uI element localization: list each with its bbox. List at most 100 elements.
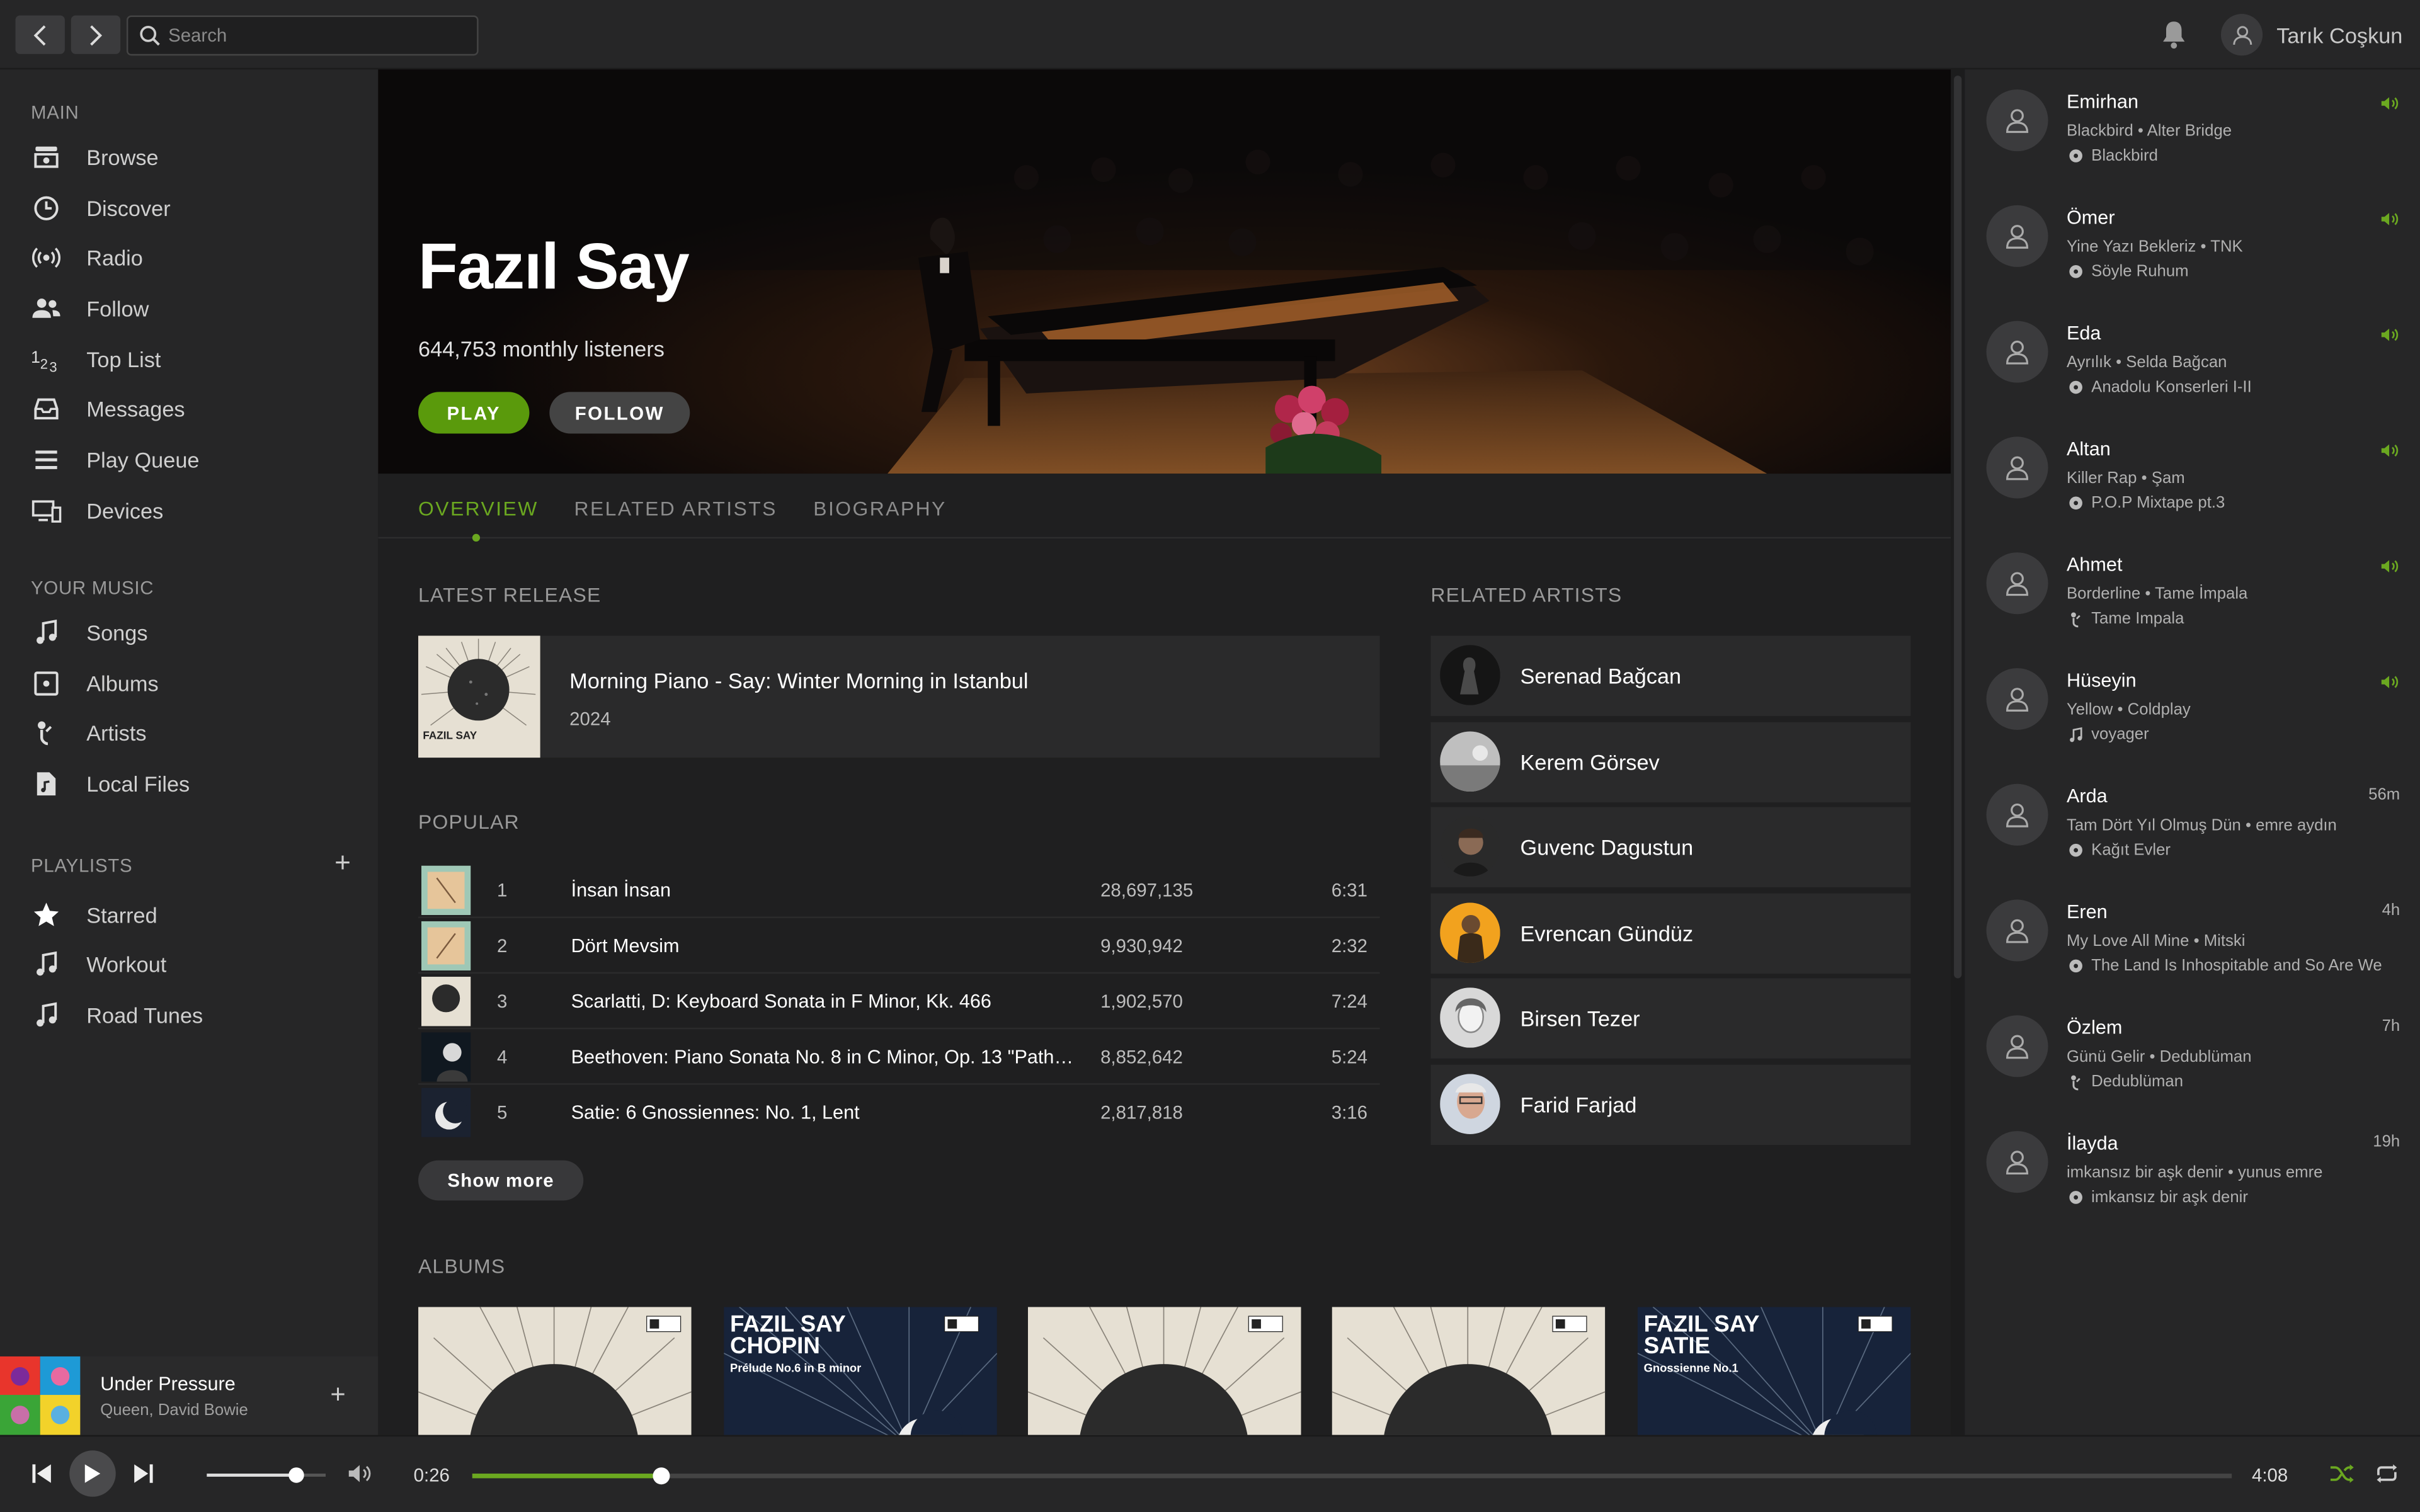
now-playing-artist[interactable]: Queen, David Bowie	[100, 1401, 248, 1419]
sidebar-item-discover[interactable]: Discover	[0, 188, 378, 229]
album-card[interactable]	[1332, 1307, 1606, 1435]
related-artist-item[interactable]: Serenad Bağcan	[1430, 635, 1911, 716]
friend-avatar[interactable]	[1986, 1015, 2048, 1077]
friend-name[interactable]: Altan	[2067, 438, 2111, 460]
friend-track[interactable]: Yine Yazı Bekleriz • TNK	[2067, 237, 2243, 256]
related-artist-name[interactable]: Birsen Tezer	[1521, 1006, 1640, 1031]
friend-context[interactable]: imkansız bir aşk denir	[2067, 1188, 2248, 1207]
friend-activity-item[interactable]: Ömer Yine Yazı Bekleriz • TNK Söyle Ruhum	[1965, 185, 2420, 296]
sidebar-item-radio[interactable]: Radio	[0, 237, 378, 278]
tab-biography[interactable]: BIOGRAPHY	[813, 497, 946, 520]
friend-activity-item[interactable]: Eda Ayrılık • Selda Bağcan Anadolu Konserl…	[1965, 301, 2420, 412]
friend-avatar[interactable]	[1986, 783, 2048, 846]
album-card[interactable]: FAZIL SAY SATIE Gnossienne No.1	[1637, 1307, 1911, 1435]
track-name[interactable]: Dört Mevsim	[571, 935, 1081, 957]
related-artist-name[interactable]: Guvenc Dagustun	[1521, 835, 1694, 860]
next-button[interactable]	[133, 1463, 154, 1484]
friend-avatar[interactable]	[1986, 321, 2048, 383]
follow-artist-button[interactable]: FOLLOW	[549, 392, 690, 434]
related-artist-item[interactable]: Kerem Görsev	[1430, 722, 1911, 803]
scrollbar-thumb[interactable]	[1954, 76, 1962, 979]
friend-name[interactable]: Eda	[2067, 322, 2101, 344]
friend-context[interactable]: Kağıt Evler	[2067, 841, 2171, 860]
track-row[interactable]: 2 Dört Mevsim 9,930,942 2:32	[418, 918, 1380, 974]
related-artist-item[interactable]: Evrencan Gündüz	[1430, 893, 1911, 974]
friend-name[interactable]: Hüseyin	[2067, 669, 2137, 691]
related-artist-name[interactable]: Evrencan Gündüz	[1521, 921, 1694, 946]
friend-context[interactable]: P.O.P Mixtape pt.3	[2067, 494, 2225, 512]
latest-release-title[interactable]: Morning Piano - Say: Winter Morning in I…	[569, 668, 1028, 693]
volume-knob[interactable]	[288, 1467, 304, 1483]
friend-context[interactable]: Blackbird	[2067, 147, 2158, 165]
sidebar-item-browse[interactable]: Browse	[0, 137, 378, 178]
previous-button[interactable]	[31, 1463, 52, 1484]
friend-track[interactable]: Borderline • Tame İmpala	[2067, 585, 2247, 603]
volume-slider[interactable]	[207, 1467, 326, 1483]
track-name[interactable]: Beethoven: Piano Sonata No. 8 in C Minor…	[571, 1046, 1081, 1067]
related-artist-name[interactable]: Kerem Görsev	[1521, 750, 1660, 775]
progress-knob[interactable]	[653, 1467, 670, 1485]
friend-activity-item[interactable]: Özlem Günü Gelir • Dedublüman Dedublüman 7h	[1965, 995, 2420, 1106]
track-row[interactable]: 1 İnsan İnsan 28,697,135 6:31	[418, 863, 1380, 918]
friend-avatar[interactable]	[1986, 436, 2048, 499]
friend-context[interactable]: Dedublüman	[2067, 1072, 2183, 1091]
sidebar-item-follow[interactable]: Follow	[0, 288, 378, 329]
friend-track[interactable]: Ayrılık • Selda Bağcan	[2067, 353, 2227, 372]
track-name[interactable]: Satie: 6 Gnossiennes: No. 1, Lent	[571, 1102, 1081, 1123]
now-playing-panel[interactable]: Under Pressure Queen, David Bowie +	[0, 1356, 379, 1435]
forward-button[interactable]	[71, 15, 121, 54]
track-name[interactable]: Scarlatti, D: Keyboard Sonata in F Minor…	[571, 991, 1081, 1012]
friend-activity-item[interactable]: Emirhan Blackbird • Alter Bridge Blackbird	[1965, 69, 2420, 180]
friend-track[interactable]: Tam Dört Yıl Olmuş Dün • emre aydın	[2067, 816, 2337, 834]
related-artist-item[interactable]: Farid Farjad	[1430, 1064, 1911, 1145]
now-playing-title[interactable]: Under Pressure	[100, 1373, 236, 1395]
sidebar-item-workout[interactable]: Workout	[0, 945, 378, 985]
friend-name[interactable]: Emirhan	[2067, 91, 2138, 113]
friend-avatar[interactable]	[1986, 89, 2048, 152]
sidebar-item-local-files[interactable]: Local Files	[0, 764, 378, 804]
friend-activity-item[interactable]: Arda Tam Dört Yıl Olmuş Dün • emre aydın K…	[1965, 764, 2420, 875]
main-scrollbar[interactable]	[1951, 69, 1965, 1435]
friend-activity-item[interactable]: Eren My Love All Mine • Mitski The Land Is…	[1965, 880, 2420, 991]
track-name[interactable]: İnsan İnsan	[571, 880, 1081, 901]
add-to-library-button[interactable]: +	[330, 1380, 345, 1411]
related-artist-name[interactable]: Farid Farjad	[1521, 1093, 1637, 1117]
friend-name[interactable]: Arda	[2067, 785, 2108, 807]
sidebar-item-play-queue[interactable]: Play Queue	[0, 440, 378, 480]
related-artist-name[interactable]: Serenad Bağcan	[1521, 664, 1682, 688]
show-more-button[interactable]: Show more	[418, 1160, 584, 1201]
search-input[interactable]	[168, 21, 462, 50]
friend-track[interactable]: Yellow • Coldplay	[2067, 700, 2191, 719]
track-row[interactable]: 4 Beethoven: Piano Sonata No. 8 in C Min…	[418, 1029, 1380, 1085]
notification-bell-icon[interactable]	[2160, 20, 2187, 50]
friend-name[interactable]: Ahmet	[2067, 554, 2123, 576]
friend-name[interactable]: Özlem	[2067, 1017, 2123, 1038]
related-artist-item[interactable]: Birsen Tezer	[1430, 978, 1911, 1059]
friend-context[interactable]: Söyle Ruhum	[2067, 263, 2189, 281]
play-artist-button[interactable]: PLAY	[418, 392, 530, 434]
friend-avatar[interactable]	[1986, 899, 2048, 962]
related-artist-item[interactable]: Guvenc Dagustun	[1430, 807, 1911, 887]
friend-context[interactable]: Anadolu Konserleri I-II	[2067, 378, 2252, 397]
friend-avatar[interactable]	[1986, 205, 2048, 267]
friend-context[interactable]: The Land Is Inhospitable and So Are We	[2067, 957, 2382, 975]
sidebar-item-starred[interactable]: Starred	[0, 895, 378, 935]
friend-name[interactable]: İlayda	[2067, 1133, 2118, 1154]
friend-track[interactable]: Killer Rap • Şam	[2067, 469, 2185, 487]
friend-activity-item[interactable]: Ahmet Borderline • Tame İmpala Tame Impala	[1965, 532, 2420, 643]
shuffle-button[interactable]	[2329, 1463, 2356, 1484]
sidebar-item-road-tunes[interactable]: Road Tunes	[0, 995, 378, 1035]
progress-bar[interactable]	[472, 1467, 2232, 1485]
friend-name[interactable]: Eren	[2067, 901, 2108, 923]
tab-overview[interactable]: OVERVIEW	[418, 497, 539, 520]
sidebar-item-messages[interactable]: Messages	[0, 389, 378, 429]
friend-activity-item[interactable]: Altan Killer Rap • Şam P.O.P Mixtape pt.3	[1965, 417, 2420, 528]
sidebar-item-top-list[interactable]: 123 Top List	[0, 339, 378, 380]
sidebar-item-artists[interactable]: Artists	[0, 713, 378, 753]
back-button[interactable]	[15, 15, 65, 54]
album-card[interactable]	[418, 1307, 692, 1435]
track-row[interactable]: 5 Satie: 6 Gnossiennes: No. 1, Lent 2,81…	[418, 1085, 1380, 1140]
friend-track[interactable]: imkansız bir aşk denir • yunus emre	[2067, 1164, 2323, 1182]
sidebar-item-devices[interactable]: Devices	[0, 491, 378, 531]
repeat-button[interactable]	[2374, 1463, 2400, 1484]
